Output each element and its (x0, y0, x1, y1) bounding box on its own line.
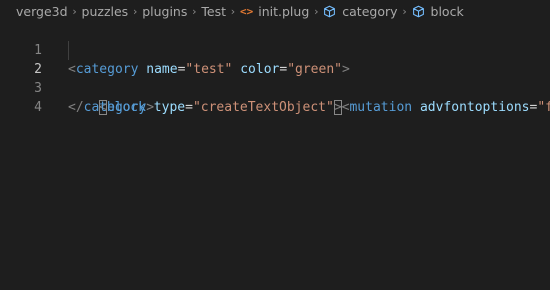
attribute-value: "createTextObject" (192, 100, 334, 115)
attribute-value: "fa (537, 100, 550, 115)
cube-icon (324, 5, 336, 17)
breadcrumb-label: Test (201, 3, 226, 19)
line-content: <block type="createTextObject"><mutation… (99, 98, 550, 117)
breadcrumb-item-category-symbol[interactable]: category (323, 3, 398, 19)
code-line-active[interactable]: 2 <block type="createTextObject"><mutati… (0, 41, 550, 115)
chevron-right-icon: › (72, 4, 77, 18)
attribute-name: type (153, 100, 186, 115)
code-editor: verge3d › puzzles › plugins › Test › <> … (0, 0, 550, 290)
breadcrumb: verge3d › puzzles › plugins › Test › <> … (0, 0, 550, 22)
tag-open-bracket: </ (68, 100, 84, 115)
chevron-right-icon: › (402, 4, 407, 18)
breadcrumb-item-puzzles[interactable]: puzzles (82, 4, 129, 19)
breadcrumb-item-block-symbol[interactable]: block (412, 4, 464, 19)
tag-name: mutation (349, 100, 413, 115)
attribute-name: advfontoptions (419, 100, 530, 115)
breadcrumb-label: init.plug (258, 3, 310, 19)
xml-file-icon: <> (240, 4, 254, 18)
indent-guide (68, 41, 69, 60)
breadcrumb-label: plugins (142, 3, 188, 19)
line-number: 4 (34, 100, 42, 115)
cube-icon (412, 5, 424, 17)
tag-close-bracket: > (333, 100, 342, 115)
breadcrumb-item-plugins[interactable]: plugins (142, 4, 187, 19)
code-line[interactable]: 3 </category> (0, 60, 550, 115)
breadcrumb-label: category (342, 3, 398, 19)
tag-close-bracket: > (146, 100, 155, 115)
equals-sign: = (185, 100, 193, 115)
chevron-right-icon: › (230, 4, 236, 18)
chevron-right-icon: › (314, 4, 319, 18)
breadcrumb-item-test[interactable]: Test (201, 4, 226, 19)
breadcrumb-label: puzzles (81, 3, 129, 19)
chevron-right-icon: › (132, 4, 138, 18)
line-content: </category> (68, 98, 154, 117)
breadcrumb-label: block (430, 3, 464, 19)
breadcrumb-item-file[interactable]: <> init.plug (240, 4, 309, 19)
chevron-right-icon: › (192, 4, 197, 18)
code-line[interactable]: 4 (0, 79, 550, 115)
code-area[interactable]: 1 <category name="test" color="green"> 2… (0, 22, 550, 115)
code-line[interactable]: 1 <category name="test" color="green"> (0, 22, 550, 77)
tag-name: category (83, 100, 147, 115)
breadcrumb-label: verge3d (16, 3, 68, 19)
breadcrumb-item-verge3d[interactable]: verge3d (16, 4, 68, 19)
